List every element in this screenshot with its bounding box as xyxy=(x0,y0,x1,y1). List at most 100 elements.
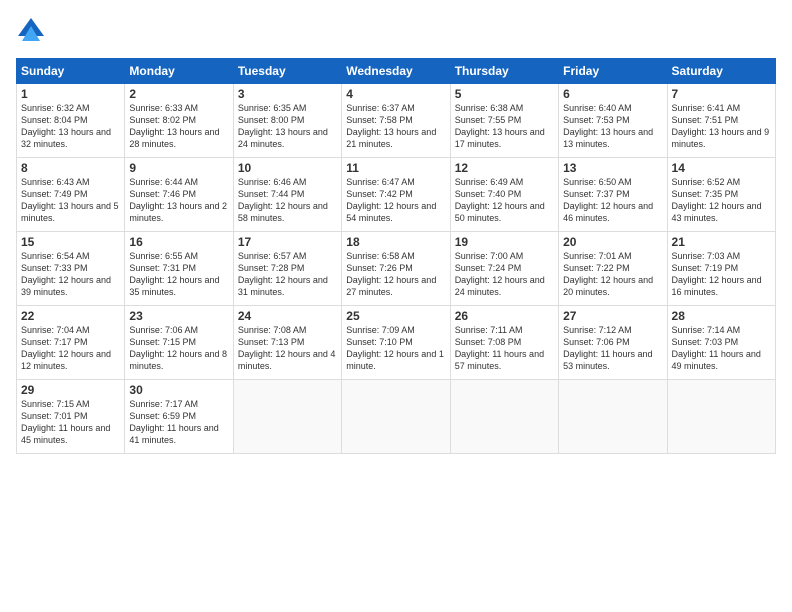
calendar-cell xyxy=(667,380,775,454)
calendar-cell: 29Sunrise: 7:15 AM Sunset: 7:01 PM Dayli… xyxy=(17,380,125,454)
calendar-cell: 14Sunrise: 6:52 AM Sunset: 7:35 PM Dayli… xyxy=(667,158,775,232)
calendar-cell: 17Sunrise: 6:57 AM Sunset: 7:28 PM Dayli… xyxy=(233,232,341,306)
day-number: 14 xyxy=(672,161,771,175)
calendar-cell: 24Sunrise: 7:08 AM Sunset: 7:13 PM Dayli… xyxy=(233,306,341,380)
day-of-week-header: Saturday xyxy=(667,59,775,84)
day-number: 1 xyxy=(21,87,120,101)
day-info: Sunrise: 6:40 AM Sunset: 7:53 PM Dayligh… xyxy=(563,102,662,151)
calendar-cell xyxy=(559,380,667,454)
calendar-cell: 7Sunrise: 6:41 AM Sunset: 7:51 PM Daylig… xyxy=(667,84,775,158)
day-number: 30 xyxy=(129,383,228,397)
calendar-week-row: 22Sunrise: 7:04 AM Sunset: 7:17 PM Dayli… xyxy=(17,306,776,380)
day-info: Sunrise: 6:41 AM Sunset: 7:51 PM Dayligh… xyxy=(672,102,771,151)
day-number: 12 xyxy=(455,161,554,175)
calendar-cell: 6Sunrise: 6:40 AM Sunset: 7:53 PM Daylig… xyxy=(559,84,667,158)
day-info: Sunrise: 7:14 AM Sunset: 7:03 PM Dayligh… xyxy=(672,324,771,373)
day-info: Sunrise: 6:32 AM Sunset: 8:04 PM Dayligh… xyxy=(21,102,120,151)
calendar-cell: 30Sunrise: 7:17 AM Sunset: 6:59 PM Dayli… xyxy=(125,380,233,454)
day-info: Sunrise: 7:11 AM Sunset: 7:08 PM Dayligh… xyxy=(455,324,554,373)
day-info: Sunrise: 7:17 AM Sunset: 6:59 PM Dayligh… xyxy=(129,398,228,447)
day-info: Sunrise: 7:12 AM Sunset: 7:06 PM Dayligh… xyxy=(563,324,662,373)
day-of-week-header: Friday xyxy=(559,59,667,84)
logo-icon xyxy=(16,16,46,46)
day-info: Sunrise: 7:03 AM Sunset: 7:19 PM Dayligh… xyxy=(672,250,771,299)
day-of-week-header: Tuesday xyxy=(233,59,341,84)
day-info: Sunrise: 6:44 AM Sunset: 7:46 PM Dayligh… xyxy=(129,176,228,225)
day-info: Sunrise: 7:01 AM Sunset: 7:22 PM Dayligh… xyxy=(563,250,662,299)
day-number: 7 xyxy=(672,87,771,101)
calendar-table: SundayMondayTuesdayWednesdayThursdayFrid… xyxy=(16,58,776,454)
day-number: 5 xyxy=(455,87,554,101)
calendar-cell: 12Sunrise: 6:49 AM Sunset: 7:40 PM Dayli… xyxy=(450,158,558,232)
calendar-cell: 5Sunrise: 6:38 AM Sunset: 7:55 PM Daylig… xyxy=(450,84,558,158)
day-number: 26 xyxy=(455,309,554,323)
calendar-cell xyxy=(233,380,341,454)
day-info: Sunrise: 7:06 AM Sunset: 7:15 PM Dayligh… xyxy=(129,324,228,373)
day-info: Sunrise: 7:00 AM Sunset: 7:24 PM Dayligh… xyxy=(455,250,554,299)
day-info: Sunrise: 6:47 AM Sunset: 7:42 PM Dayligh… xyxy=(346,176,445,225)
day-number: 6 xyxy=(563,87,662,101)
calendar-cell: 16Sunrise: 6:55 AM Sunset: 7:31 PM Dayli… xyxy=(125,232,233,306)
day-number: 24 xyxy=(238,309,337,323)
day-info: Sunrise: 6:50 AM Sunset: 7:37 PM Dayligh… xyxy=(563,176,662,225)
calendar-cell: 21Sunrise: 7:03 AM Sunset: 7:19 PM Dayli… xyxy=(667,232,775,306)
day-info: Sunrise: 6:35 AM Sunset: 8:00 PM Dayligh… xyxy=(238,102,337,151)
calendar-cell: 10Sunrise: 6:46 AM Sunset: 7:44 PM Dayli… xyxy=(233,158,341,232)
calendar-cell: 27Sunrise: 7:12 AM Sunset: 7:06 PM Dayli… xyxy=(559,306,667,380)
calendar-cell xyxy=(450,380,558,454)
day-number: 13 xyxy=(563,161,662,175)
logo xyxy=(16,16,50,46)
day-number: 8 xyxy=(21,161,120,175)
day-number: 17 xyxy=(238,235,337,249)
day-number: 19 xyxy=(455,235,554,249)
day-number: 15 xyxy=(21,235,120,249)
day-info: Sunrise: 6:33 AM Sunset: 8:02 PM Dayligh… xyxy=(129,102,228,151)
day-info: Sunrise: 6:55 AM Sunset: 7:31 PM Dayligh… xyxy=(129,250,228,299)
calendar-cell: 3Sunrise: 6:35 AM Sunset: 8:00 PM Daylig… xyxy=(233,84,341,158)
calendar-cell: 2Sunrise: 6:33 AM Sunset: 8:02 PM Daylig… xyxy=(125,84,233,158)
day-number: 22 xyxy=(21,309,120,323)
day-info: Sunrise: 6:52 AM Sunset: 7:35 PM Dayligh… xyxy=(672,176,771,225)
calendar-cell xyxy=(342,380,450,454)
day-of-week-header: Thursday xyxy=(450,59,558,84)
calendar-cell: 18Sunrise: 6:58 AM Sunset: 7:26 PM Dayli… xyxy=(342,232,450,306)
day-info: Sunrise: 7:04 AM Sunset: 7:17 PM Dayligh… xyxy=(21,324,120,373)
calendar-cell: 4Sunrise: 6:37 AM Sunset: 7:58 PM Daylig… xyxy=(342,84,450,158)
day-of-week-header: Wednesday xyxy=(342,59,450,84)
day-number: 28 xyxy=(672,309,771,323)
calendar-cell: 26Sunrise: 7:11 AM Sunset: 7:08 PM Dayli… xyxy=(450,306,558,380)
day-number: 10 xyxy=(238,161,337,175)
calendar-week-row: 15Sunrise: 6:54 AM Sunset: 7:33 PM Dayli… xyxy=(17,232,776,306)
day-number: 3 xyxy=(238,87,337,101)
day-number: 11 xyxy=(346,161,445,175)
calendar-week-row: 1Sunrise: 6:32 AM Sunset: 8:04 PM Daylig… xyxy=(17,84,776,158)
day-number: 23 xyxy=(129,309,228,323)
calendar-cell: 19Sunrise: 7:00 AM Sunset: 7:24 PM Dayli… xyxy=(450,232,558,306)
calendar-cell: 25Sunrise: 7:09 AM Sunset: 7:10 PM Dayli… xyxy=(342,306,450,380)
calendar-week-row: 29Sunrise: 7:15 AM Sunset: 7:01 PM Dayli… xyxy=(17,380,776,454)
calendar-cell: 13Sunrise: 6:50 AM Sunset: 7:37 PM Dayli… xyxy=(559,158,667,232)
calendar-cell: 9Sunrise: 6:44 AM Sunset: 7:46 PM Daylig… xyxy=(125,158,233,232)
calendar-week-row: 8Sunrise: 6:43 AM Sunset: 7:49 PM Daylig… xyxy=(17,158,776,232)
calendar-cell: 11Sunrise: 6:47 AM Sunset: 7:42 PM Dayli… xyxy=(342,158,450,232)
day-number: 27 xyxy=(563,309,662,323)
calendar-cell: 1Sunrise: 6:32 AM Sunset: 8:04 PM Daylig… xyxy=(17,84,125,158)
day-number: 16 xyxy=(129,235,228,249)
day-number: 21 xyxy=(672,235,771,249)
day-info: Sunrise: 6:57 AM Sunset: 7:28 PM Dayligh… xyxy=(238,250,337,299)
days-header-row: SundayMondayTuesdayWednesdayThursdayFrid… xyxy=(17,59,776,84)
calendar-cell: 15Sunrise: 6:54 AM Sunset: 7:33 PM Dayli… xyxy=(17,232,125,306)
calendar-cell: 20Sunrise: 7:01 AM Sunset: 7:22 PM Dayli… xyxy=(559,232,667,306)
day-number: 18 xyxy=(346,235,445,249)
calendar-cell: 23Sunrise: 7:06 AM Sunset: 7:15 PM Dayli… xyxy=(125,306,233,380)
day-of-week-header: Monday xyxy=(125,59,233,84)
day-info: Sunrise: 6:49 AM Sunset: 7:40 PM Dayligh… xyxy=(455,176,554,225)
day-number: 9 xyxy=(129,161,228,175)
day-info: Sunrise: 6:54 AM Sunset: 7:33 PM Dayligh… xyxy=(21,250,120,299)
day-info: Sunrise: 6:43 AM Sunset: 7:49 PM Dayligh… xyxy=(21,176,120,225)
day-info: Sunrise: 6:37 AM Sunset: 7:58 PM Dayligh… xyxy=(346,102,445,151)
day-info: Sunrise: 6:46 AM Sunset: 7:44 PM Dayligh… xyxy=(238,176,337,225)
day-info: Sunrise: 7:09 AM Sunset: 7:10 PM Dayligh… xyxy=(346,324,445,373)
day-info: Sunrise: 6:58 AM Sunset: 7:26 PM Dayligh… xyxy=(346,250,445,299)
day-info: Sunrise: 7:15 AM Sunset: 7:01 PM Dayligh… xyxy=(21,398,120,447)
